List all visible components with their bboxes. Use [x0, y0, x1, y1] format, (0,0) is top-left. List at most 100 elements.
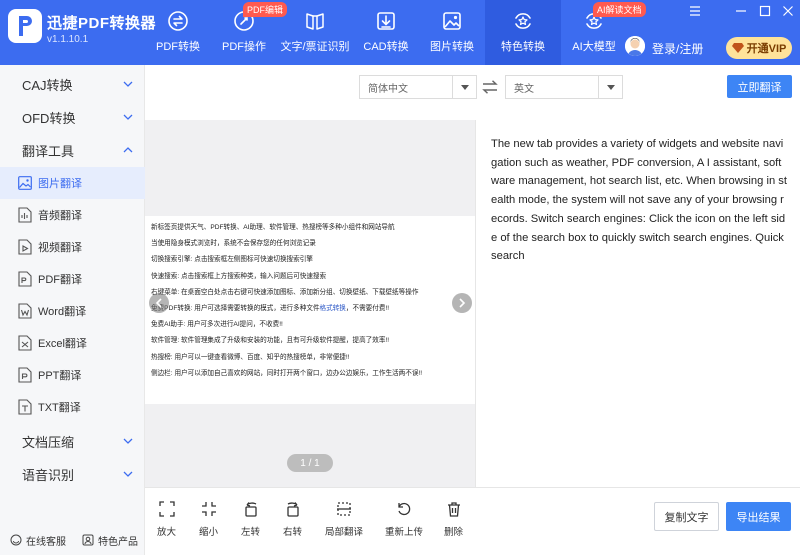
sidebar-item-label: 视频翻译	[38, 242, 82, 254]
sidebar-group-speech[interactable]: 语音识别	[0, 458, 145, 491]
sidebar: CAJ转换 OFD转换 翻译工具 图片翻译 音频翻译 视频翻译 PDF翻译 Wo…	[0, 65, 145, 555]
document-line: 当使用隐身模式浏览时，系统不会保存您的任何浏览记录	[151, 240, 316, 248]
document-line: 热搜榜: 用户可以一键查看微博、百度、知乎的热搜榜单，非常便捷!!	[151, 353, 350, 361]
chevron-down-icon	[123, 114, 133, 120]
copy-text-button[interactable]: 复制文字	[654, 502, 719, 531]
sidebar-item-pdf-translate[interactable]: PDF翻译	[0, 263, 145, 295]
sidebar-item-txt-translate[interactable]: TXT翻译	[0, 391, 145, 423]
target-language-select[interactable]: 英文	[505, 75, 623, 99]
image-icon	[18, 176, 32, 190]
trash-icon	[447, 502, 460, 517]
partial-translate-icon	[337, 502, 351, 516]
app-version: v1.1.10.1	[47, 34, 89, 45]
sidebar-item-word-translate[interactable]: Word翻译	[0, 295, 145, 327]
dropdown-arrow	[598, 76, 622, 98]
document-line: 右键菜单: 在桌面空白处点击右键可快速添加图标、添加新分组、切换壁纸、下载壁纸等…	[151, 288, 419, 296]
tool-label: 缩小	[199, 527, 219, 538]
tab-ai[interactable]: AI解读文档 AI大模型	[561, 0, 646, 65]
tab-ocr[interactable]: 文字/票证识别	[277, 0, 353, 65]
sidebar-item-video-translate[interactable]: 视频翻译	[0, 231, 145, 263]
menu-icon	[690, 6, 700, 16]
source-language-select[interactable]: 简体中文	[359, 75, 477, 99]
sidebar-group-ofd[interactable]: OFD转换	[0, 101, 145, 134]
tool-label: 删除	[444, 527, 464, 538]
document-line: 免费PDF转换: 用户可选择需要转换的模式，进行多种文件格式转换，不需要付费!!	[151, 304, 390, 312]
rotate-left-button[interactable]: 左转	[241, 501, 260, 538]
user-avatar-icon	[625, 36, 645, 56]
document-image: 新标签页提供天气、PDF转换、AI助理、软件管理、热搜榜等多种小组件和网站导航 …	[145, 216, 475, 404]
tab-cad[interactable]: CAD转换	[353, 0, 419, 65]
chevron-left-icon	[155, 298, 162, 308]
image-icon	[443, 12, 461, 30]
close-button[interactable]	[781, 4, 795, 18]
sidebar-group-caj[interactable]: CAJ转换	[0, 68, 145, 101]
tab-label: AI大模型	[572, 41, 616, 53]
reupload-icon	[398, 502, 411, 516]
word-file-icon	[18, 303, 32, 319]
excel-file-icon	[18, 335, 32, 351]
tab-badge: AI解读文档	[593, 2, 646, 17]
sidebar-group-translate[interactable]: 翻译工具	[0, 134, 145, 167]
vip-label: 开通VIP	[746, 43, 787, 55]
prev-page-button[interactable]	[149, 293, 169, 313]
tool-label: 重新上传	[385, 527, 424, 538]
page-indicator: 1 / 1	[287, 454, 333, 472]
convert-icon	[168, 11, 188, 31]
app-name: 迅捷PDF转换器	[47, 15, 157, 32]
rotate-right-button[interactable]: 右转	[283, 501, 302, 538]
tab-image[interactable]: 图片转换	[419, 0, 485, 65]
vip-button[interactable]: 开通VIP	[726, 37, 792, 59]
translate-now-button[interactable]: 立即翻译	[727, 75, 792, 98]
rotate-left-icon	[244, 502, 257, 517]
translation-result[interactable]: The new tab provides a variety of widget…	[491, 135, 787, 266]
document-line: 软件管理: 软件管理集成了升级和安装的功能，且有可升级软件提醒，提高了效率!!	[151, 337, 390, 345]
delete-button[interactable]: 删除	[444, 501, 463, 538]
sidebar-group-label: 语音识别	[22, 468, 75, 483]
zoom-in-button[interactable]: 放大	[157, 501, 176, 538]
caret-down-icon	[460, 84, 469, 90]
sidebar-item-image-translate[interactable]: 图片翻译	[0, 167, 145, 199]
zoom-out-button[interactable]: 缩小	[199, 501, 218, 538]
sidebar-group-label: 翻译工具	[22, 144, 75, 159]
sidebar-item-ppt-translate[interactable]: PPT翻译	[0, 359, 145, 391]
online-service-link[interactable]: 在线客服	[10, 533, 66, 548]
maximize-button[interactable]	[758, 4, 772, 18]
minimize-button[interactable]	[734, 4, 748, 18]
tab-pdf-ops[interactable]: PDF编辑 PDF操作	[211, 0, 288, 65]
tool-label: 放大	[157, 527, 177, 538]
featured-products-link[interactable]: 特色产品	[82, 533, 138, 548]
diamond-icon	[731, 43, 744, 53]
ppt-file-icon	[18, 367, 32, 383]
sidebar-group-label: OFD转换	[22, 111, 76, 126]
sidebar-item-label: Excel翻译	[38, 338, 87, 350]
audio-file-icon	[18, 207, 32, 223]
sidebar-group-compress[interactable]: 文档压缩	[0, 425, 145, 458]
zoom-in-icon	[158, 501, 175, 517]
reupload-button[interactable]: 重新上传	[385, 501, 423, 538]
featured-products-label: 特色产品	[98, 536, 138, 548]
tab-feature[interactable]: 特色转换	[485, 0, 561, 65]
ocr-icon	[306, 13, 324, 30]
sidebar-item-label: 图片翻译	[38, 178, 82, 190]
document-line: 快速搜索: 点击搜索框上方搜索种类，输入问题后可快速搜索	[151, 272, 327, 280]
sidebar-item-label: TXT翻译	[38, 402, 81, 414]
swap-languages-icon[interactable]	[482, 80, 498, 94]
tool-label: 左转	[241, 527, 261, 538]
login-link[interactable]: 登录/注册	[652, 40, 703, 57]
minimize-icon	[736, 10, 746, 12]
partial-translate-button[interactable]: 局部翻译	[325, 501, 363, 538]
next-page-button[interactable]	[452, 293, 472, 313]
tab-label: 图片转换	[430, 41, 474, 53]
caret-down-icon	[606, 84, 615, 90]
sidebar-item-excel-translate[interactable]: Excel翻译	[0, 327, 145, 359]
tab-label: CAD转换	[363, 41, 409, 53]
sidebar-group-label: CAJ转换	[22, 78, 73, 93]
avatar[interactable]	[625, 36, 645, 56]
export-result-button[interactable]: 导出结果	[726, 502, 791, 531]
maximize-icon	[759, 5, 771, 17]
sidebar-item-audio-translate[interactable]: 音频翻译	[0, 199, 145, 231]
menu-button[interactable]	[688, 4, 702, 18]
document-line: 侧边栏: 用户可以添加自己喜欢的网站，同时打开两个窗口，边办公边娱乐，工作生活两…	[151, 369, 423, 377]
close-icon	[783, 6, 793, 16]
tab-pdf-convert[interactable]: PDF转换	[145, 0, 211, 65]
